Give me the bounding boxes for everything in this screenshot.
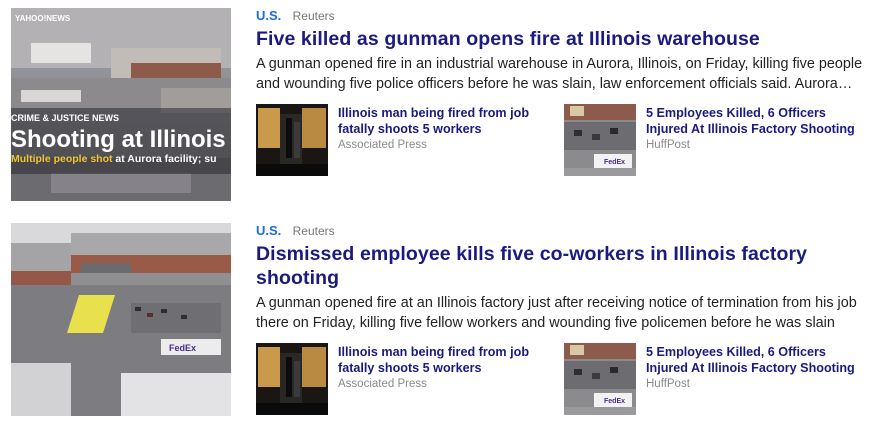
related-story[interactable]: Illinois man being fired from job fatall… [256, 104, 556, 176]
related-title[interactable]: Illinois man being fired from job fatall… [338, 105, 560, 137]
story-content: U.S. Reuters Dismissed employee kills fi… [256, 224, 866, 333]
related-story[interactable]: FedEx 5 Employees Killed, 6 Officers Inj… [564, 104, 864, 176]
category-link[interactable]: U.S. [256, 223, 281, 238]
related-stories: Illinois man being fired from job fatall… [256, 343, 876, 415]
related-source: HuffPost [646, 378, 690, 390]
related-story[interactable]: FedEx 5 Employees Killed, 6 Officers Inj… [564, 343, 864, 415]
svg-text:FedEx: FedEx [169, 343, 196, 353]
story-content: U.S. Reuters Five killed as gunman opens… [256, 9, 866, 94]
story-meta: U.S. Reuters [256, 223, 866, 239]
story-meta: U.S. Reuters [256, 8, 866, 24]
news-story: YAHOO!NEWS CRIME & JUSTICE NEWS Shooting… [0, 0, 876, 210]
news-story: FedEx U.S. Reuters Dismissed employee ki… [0, 215, 876, 423]
related-stories: Illinois man being fired from job fatall… [256, 104, 876, 176]
source-label: Reuters [292, 224, 335, 238]
story-title[interactable]: Dismissed employee kills five co-workers… [256, 242, 866, 290]
related-source: HuffPost [646, 139, 690, 151]
related-thumbnail[interactable]: FedEx [564, 343, 636, 415]
story-thumbnail[interactable]: FedEx [11, 223, 231, 416]
related-story[interactable]: Illinois man being fired from job fatall… [256, 343, 556, 415]
story-title[interactable]: Five killed as gunman opens fire at Illi… [256, 27, 866, 51]
related-source: Associated Press [338, 378, 427, 390]
related-source: Associated Press [338, 139, 427, 151]
related-thumbnail[interactable]: FedEx [564, 104, 636, 176]
source-label: Reuters [292, 9, 335, 23]
story-thumbnail[interactable]: YAHOO!NEWS CRIME & JUSTICE NEWS Shooting… [11, 8, 231, 201]
svg-text:FedEx: FedEx [604, 159, 625, 166]
thumbnail-subheadline-highlight: Multiple people shot [11, 153, 113, 165]
related-title[interactable]: Illinois man being fired from job fatall… [338, 344, 560, 376]
related-title[interactable]: 5 Employees Killed, 6 Officers Injured A… [646, 344, 868, 376]
related-thumbnail[interactable] [256, 104, 328, 176]
news-brand-logo: YAHOO!NEWS [15, 14, 71, 23]
thumbnail-subheadline-rest: at Aurora facility; su [112, 153, 217, 165]
story-summary: A gunman opened fire in an industrial wa… [256, 56, 863, 92]
related-thumbnail[interactable] [256, 343, 328, 415]
thumbnail-kicker: CRIME & JUSTICE NEWS [11, 113, 120, 123]
story-summary: A gunman opened fire at an Illinois fact… [256, 295, 857, 331]
related-title[interactable]: 5 Employees Killed, 6 Officers Injured A… [646, 105, 868, 137]
category-link[interactable]: U.S. [256, 8, 281, 23]
thumbnail-subheadline: Multiple people shot at Aurora facility;… [11, 153, 217, 165]
thumbnail-headline: Shooting at Illinois [11, 126, 226, 153]
svg-text:FedEx: FedEx [604, 398, 625, 405]
